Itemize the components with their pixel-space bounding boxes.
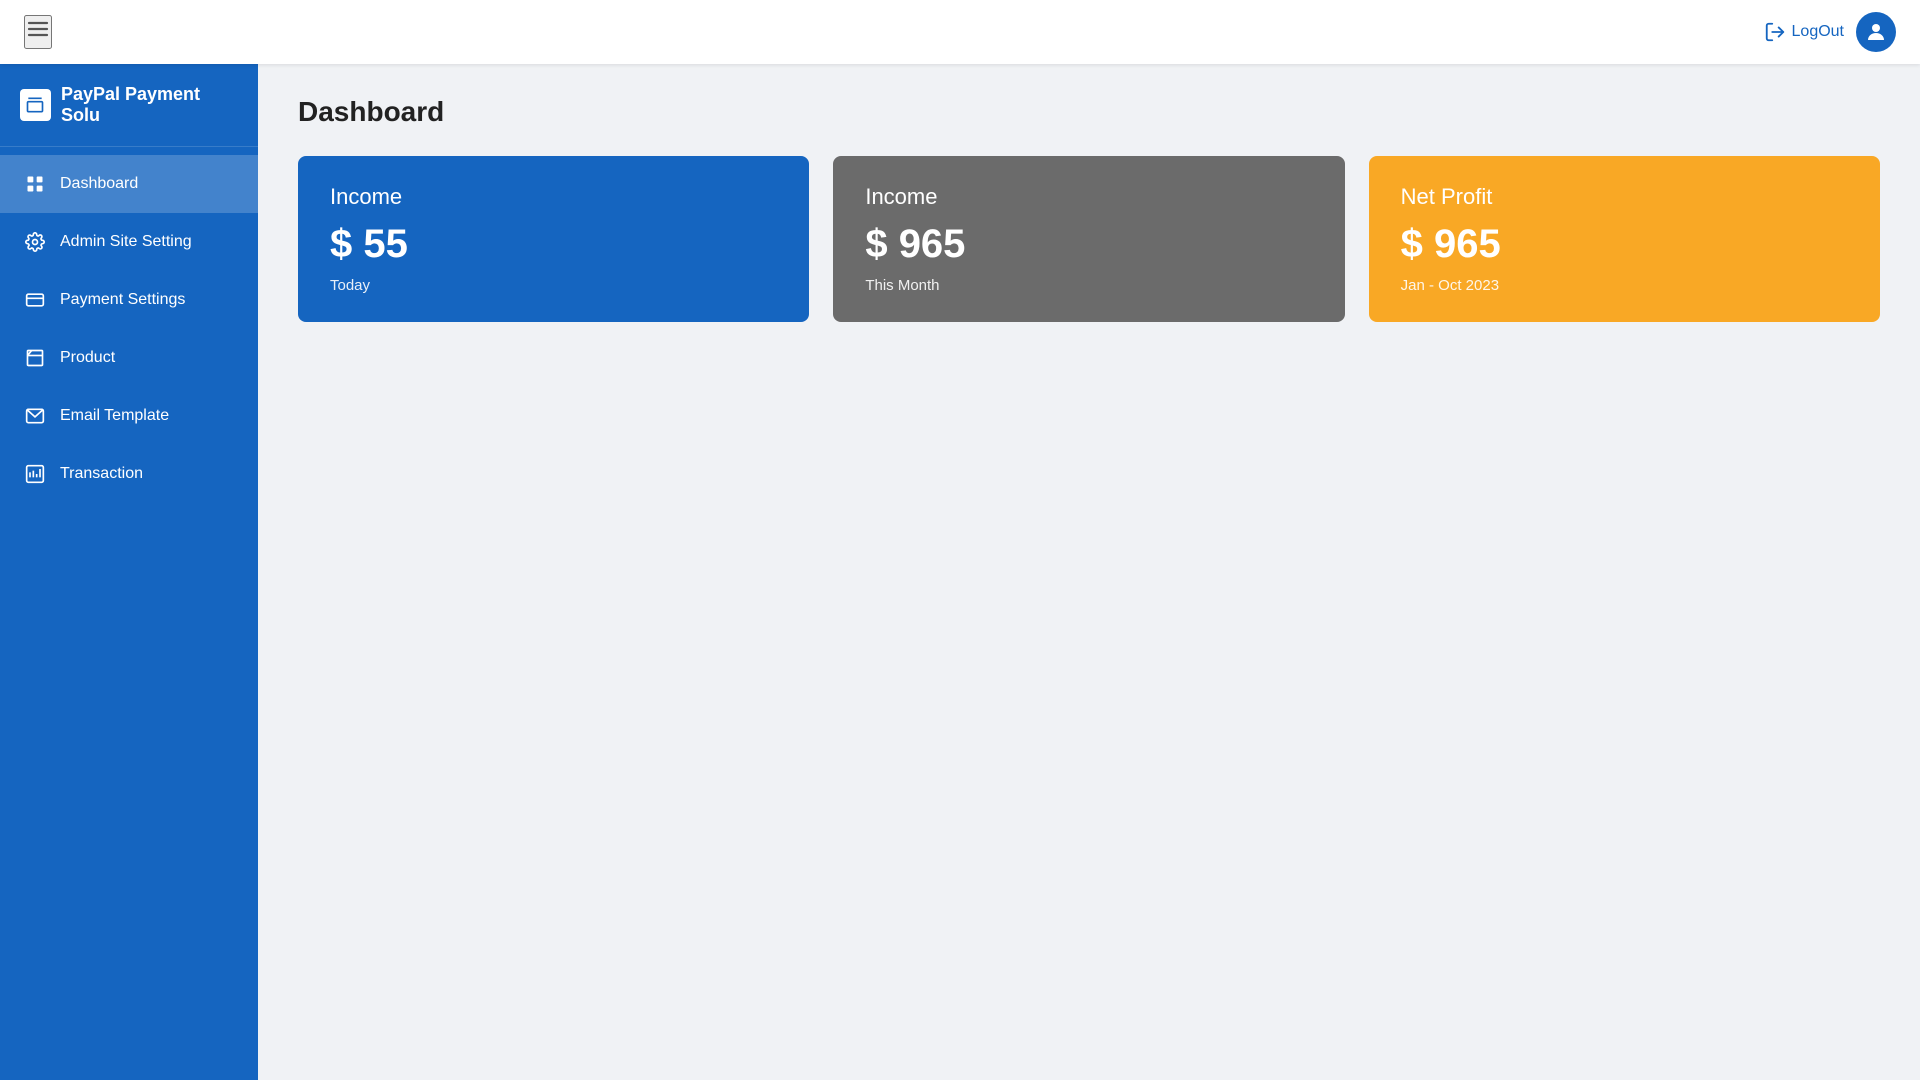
card-income-month: Income $ 965 This Month	[833, 156, 1344, 322]
box-icon	[24, 347, 46, 369]
gear-icon	[24, 231, 46, 253]
card-period-income-month: This Month	[865, 277, 1312, 294]
sidebar-item-label: Payment Settings	[60, 291, 185, 309]
sidebar: PayPal Payment Solu Dashboard	[0, 64, 258, 1080]
sidebar-item-admin-site-setting[interactable]: Admin Site Setting	[0, 213, 258, 271]
card-icon	[24, 289, 46, 311]
hamburger-button[interactable]	[24, 15, 52, 49]
logout-button[interactable]: LogOut	[1764, 21, 1844, 43]
dashboard-icon	[24, 173, 46, 195]
cards-row: Income $ 55 Today Income $ 965 This Mont…	[298, 156, 1880, 322]
sidebar-nav: Dashboard Admin Site Setting	[0, 147, 258, 503]
header-right: LogOut	[1764, 12, 1896, 52]
chart-icon	[24, 463, 46, 485]
card-label-net-profit: Net Profit	[1401, 184, 1848, 210]
card-period-income-today: Today	[330, 277, 777, 294]
card-period-net-profit: Jan - Oct 2023	[1401, 277, 1848, 294]
sidebar-item-transaction[interactable]: Transaction	[0, 445, 258, 503]
header-left	[24, 15, 52, 49]
sidebar-item-label: Email Template	[60, 407, 169, 425]
card-amount-income-month: $ 965	[865, 222, 1312, 267]
sidebar-item-product[interactable]: Product	[0, 329, 258, 387]
sidebar-item-email-template[interactable]: Email Template	[0, 387, 258, 445]
page-title: Dashboard	[298, 96, 1880, 128]
header: LogOut	[0, 0, 1920, 64]
sidebar-brand: PayPal Payment Solu	[0, 64, 258, 147]
card-amount-net-profit: $ 965	[1401, 222, 1848, 267]
logout-icon	[1764, 21, 1786, 43]
card-income-today: Income $ 55 Today	[298, 156, 809, 322]
card-amount-income-today: $ 55	[330, 222, 777, 267]
envelope-icon	[24, 405, 46, 427]
sidebar-item-label: Admin Site Setting	[60, 233, 192, 251]
logout-label: LogOut	[1792, 23, 1844, 41]
sidebar-item-label: Product	[60, 349, 115, 367]
sidebar-item-label: Transaction	[60, 465, 143, 483]
avatar[interactable]	[1856, 12, 1896, 52]
brand-name: PayPal Payment Solu	[61, 84, 238, 126]
brand-icon	[20, 89, 51, 121]
sidebar-item-dashboard[interactable]: Dashboard	[0, 155, 258, 213]
card-net-profit: Net Profit $ 965 Jan - Oct 2023	[1369, 156, 1880, 322]
layout: PayPal Payment Solu Dashboard	[0, 64, 1920, 1080]
sidebar-item-payment-settings[interactable]: Payment Settings	[0, 271, 258, 329]
card-label-income-today: Income	[330, 184, 777, 210]
main-content: Dashboard Income $ 55 Today Income $ 965…	[258, 64, 1920, 1080]
sidebar-item-label: Dashboard	[60, 175, 138, 193]
card-label-income-month: Income	[865, 184, 1312, 210]
